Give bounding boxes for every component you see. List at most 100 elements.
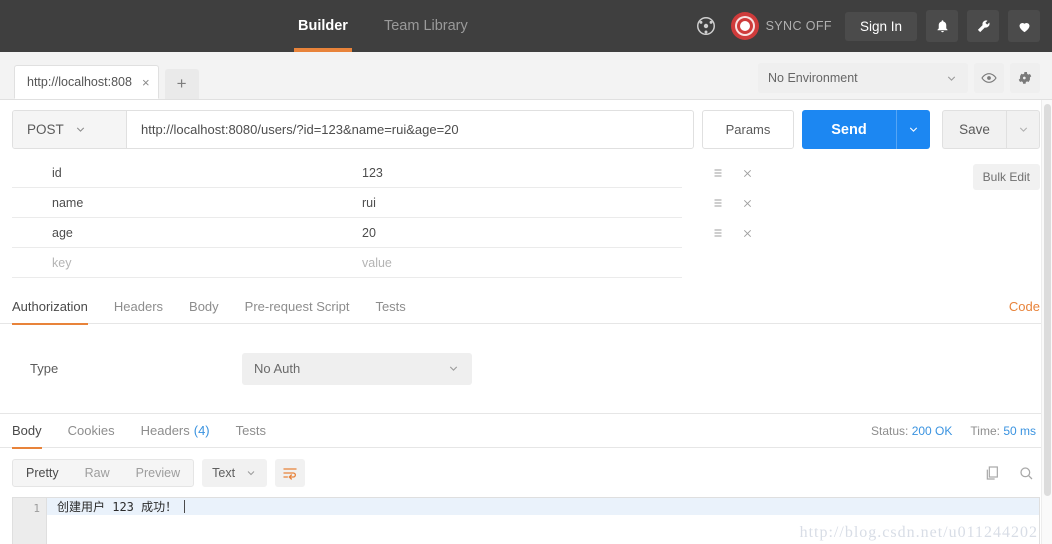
time-badge: Time: 50 ms xyxy=(970,424,1036,438)
request-tab[interactable]: http://localhost:808 × xyxy=(14,65,159,99)
param-value-input[interactable]: rui xyxy=(352,188,682,218)
postman-app-window: Builder Team Library SYNC OFF Sign In ht… xyxy=(0,0,1052,544)
tab-tests[interactable]: Tests xyxy=(362,290,418,324)
description-icon[interactable] xyxy=(712,197,724,209)
param-value-value: 123 xyxy=(362,165,383,180)
response-body-editor[interactable]: 1 创建用户 123 成功！ xyxy=(12,497,1040,544)
delete-param-icon[interactable] xyxy=(742,198,753,209)
auth-type-select[interactable]: No Auth xyxy=(242,352,472,385)
line-number: 1 xyxy=(33,502,40,515)
param-row-actions xyxy=(682,167,753,179)
param-value-placeholder: value xyxy=(362,255,392,270)
bulk-edit-button[interactable]: Bulk Edit xyxy=(972,164,1040,190)
params-table: Bulk Edit id 123 name rui age 20 key val… xyxy=(0,158,1052,278)
response-toolbar-right xyxy=(984,465,1040,481)
chevron-down-icon xyxy=(74,123,87,136)
param-row-actions xyxy=(682,227,753,239)
time-label: Time: xyxy=(970,423,1000,438)
authorization-panel: Type No Auth xyxy=(0,324,1052,414)
send-button[interactable]: Send xyxy=(802,110,896,149)
search-icon[interactable] xyxy=(1018,465,1034,481)
nav-tab-builder[interactable]: Builder xyxy=(280,0,366,52)
plus-icon: + xyxy=(176,74,187,93)
chevron-down-icon xyxy=(945,72,958,85)
tab-pre-request-script[interactable]: Pre-request Script xyxy=(232,290,363,324)
view-mode-preview[interactable]: Preview xyxy=(123,460,193,486)
view-mode-preview-label: Preview xyxy=(135,466,181,480)
wrench-icon[interactable] xyxy=(967,10,999,42)
chevron-down-icon xyxy=(447,362,460,375)
delete-param-icon[interactable] xyxy=(742,228,753,239)
response-toolbar: Pretty Raw Preview Text xyxy=(0,448,1052,497)
environment-select[interactable]: No Environment xyxy=(758,63,968,93)
vertical-scrollbar[interactable] xyxy=(1041,100,1052,544)
sync-status[interactable]: SYNC OFF xyxy=(730,12,832,40)
tab-pre-request-script-label: Pre-request Script xyxy=(244,299,350,314)
tab-authorization[interactable]: Authorization xyxy=(12,290,101,325)
code-link[interactable]: Code xyxy=(1009,299,1040,314)
param-key-input[interactable]: id xyxy=(12,158,352,188)
nav-tab-team-library-label: Team Library xyxy=(383,18,468,34)
param-row-actions xyxy=(682,197,753,209)
response-tab-tests[interactable]: Tests xyxy=(223,414,279,448)
vertical-scrollbar-thumb[interactable] xyxy=(1044,104,1051,496)
bell-icon[interactable] xyxy=(926,10,958,42)
param-key-input-empty[interactable]: key xyxy=(12,248,352,278)
table-row-empty: key value xyxy=(12,248,1040,278)
param-value-value: rui xyxy=(362,195,376,210)
send-options-button[interactable] xyxy=(896,110,930,149)
eye-icon[interactable] xyxy=(974,63,1004,93)
param-value-input[interactable]: 20 xyxy=(352,218,682,248)
nav-tab-builder-label: Builder xyxy=(298,18,348,34)
save-button[interactable]: Save xyxy=(942,110,1006,149)
gear-icon[interactable] xyxy=(1010,63,1040,93)
param-key-value: id xyxy=(52,165,62,180)
param-value-input-empty[interactable]: value xyxy=(352,248,682,278)
table-row: age 20 xyxy=(12,218,1040,248)
response-headers-count: (4) xyxy=(193,423,210,438)
interceptor-icon[interactable] xyxy=(690,10,722,42)
chevron-down-icon xyxy=(245,467,257,479)
line-number-gutter: 1 xyxy=(13,498,47,544)
tab-headers[interactable]: Headers xyxy=(101,290,176,324)
param-value-value: 20 xyxy=(362,225,376,240)
app-header: Builder Team Library SYNC OFF Sign In xyxy=(0,0,1052,52)
response-meta: Status: 200 OK Time: 50 ms xyxy=(871,424,1040,438)
url-input[interactable]: http://localhost:8080/users/?id=123&name… xyxy=(127,111,693,148)
nav-tab-team-library[interactable]: Team Library xyxy=(366,0,486,52)
view-mode-pretty[interactable]: Pretty xyxy=(13,460,72,486)
param-key-input[interactable]: name xyxy=(12,188,352,218)
heart-icon[interactable] xyxy=(1008,10,1040,42)
close-icon[interactable]: × xyxy=(142,76,150,89)
tab-body[interactable]: Body xyxy=(176,290,232,324)
view-mode-raw[interactable]: Raw xyxy=(72,460,123,486)
table-row: name rui xyxy=(12,188,1040,218)
response-format-select[interactable]: Text xyxy=(202,459,268,487)
word-wrap-icon[interactable] xyxy=(275,459,306,487)
sign-in-label: Sign In xyxy=(859,18,902,34)
save-button-label: Save xyxy=(959,122,990,137)
header-actions: SYNC OFF Sign In xyxy=(690,10,1052,42)
header-left-spacer xyxy=(0,0,280,52)
http-method-select[interactable]: POST xyxy=(13,111,127,148)
response-tab-headers[interactable]: Headers (4) xyxy=(128,414,223,448)
response-tab-cookies[interactable]: Cookies xyxy=(55,414,128,448)
description-icon[interactable] xyxy=(712,167,724,179)
new-tab-button[interactable]: + xyxy=(164,69,199,99)
view-mode-pretty-label: Pretty xyxy=(26,466,59,480)
copy-icon[interactable] xyxy=(984,465,1000,481)
response-tab-body[interactable]: Body xyxy=(12,414,55,449)
save-options-button[interactable] xyxy=(1006,110,1040,149)
http-method-value: POST xyxy=(27,122,64,137)
response-format-value: Text xyxy=(212,466,236,480)
url-input-value: http://localhost:8080/users/?id=123&name… xyxy=(141,122,459,137)
param-key-input[interactable]: age xyxy=(12,218,352,248)
params-button[interactable]: Params xyxy=(702,110,794,149)
delete-param-icon[interactable] xyxy=(742,168,753,179)
description-icon[interactable] xyxy=(712,227,724,239)
status-value: 200 OK xyxy=(911,423,953,438)
environment-area: No Environment xyxy=(758,63,1052,99)
param-value-input[interactable]: 123 xyxy=(352,158,682,188)
sign-in-button[interactable]: Sign In xyxy=(844,11,917,41)
request-section-tabs: Authorization Headers Body Pre-request S… xyxy=(0,290,1052,325)
